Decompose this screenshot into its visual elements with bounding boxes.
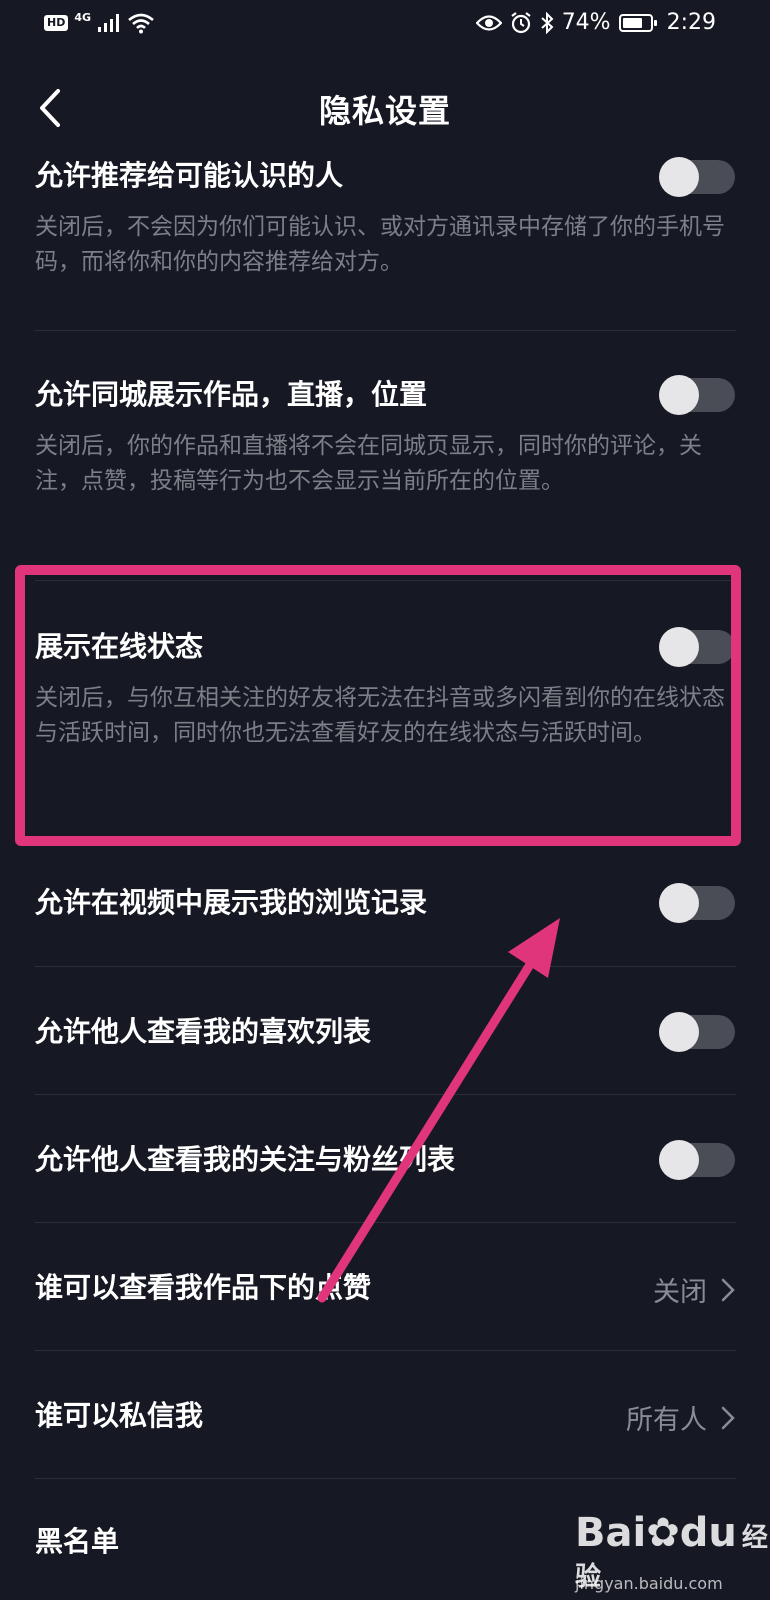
toggle-knob [659,883,699,923]
status-right: 74% 2:29 [475,10,716,35]
battery-icon [618,13,657,32]
toggle-knob [659,157,699,197]
network-label: 4G [74,10,92,24]
toggle-knob [659,1012,699,1052]
setting-value: 关闭 [653,1277,707,1308]
setting-title: 谁可以查看我作品下的点赞 [35,1271,372,1304]
hd-badge: HD [44,15,69,31]
divider [35,1094,736,1095]
divider [35,1478,736,1479]
watermark-url: jingyan.baidu.com [575,1574,723,1593]
signal-icon [98,14,120,32]
setting-description: 关闭后，不会因为你们可能认识、或对方通讯录中存储了你的手机号码，而将你和你的内容… [35,214,725,275]
who-can-message-value[interactable]: 所有人 [626,1398,735,1437]
setting-value: 所有人 [626,1405,707,1436]
chevron-right-icon [721,1278,735,1301]
toggle-follow-fans-list[interactable] [659,1140,735,1180]
toggle-knob [659,375,699,415]
divider [35,1350,736,1351]
setting-local-display: 允许同城展示作品，直播，位置 关闭后，你的作品和直播将不会在同城页显示，同时你的… [35,375,735,499]
setting-follow-fans-list: 允许他人查看我的关注与粉丝列表 [35,1140,735,1180]
setting-title: 允许他人查看我的喜欢列表 [35,1015,372,1048]
status-left: HD 4G [44,10,155,34]
setting-who-see-likes[interactable]: 谁可以查看我作品下的点赞 [35,1268,735,1308]
wifi-icon [128,13,154,34]
toggle-local-display[interactable] [659,375,735,415]
annotation-highlight-box [15,565,741,846]
toggle-knob [659,1140,699,1180]
battery-fill [622,17,642,28]
setting-title: 允许他人查看我的关注与粉丝列表 [35,1143,456,1176]
baidu-logo: Bai✿du [575,1510,737,1556]
bluetooth-icon [541,11,554,34]
clock: 2:29 [666,10,716,35]
toggle-recommend-to-acquaintances[interactable] [659,157,735,197]
divider [35,966,736,967]
setting-likes-list: 允许他人查看我的喜欢列表 [35,1012,735,1052]
status-bar: HD 4G 74% 2:29 [0,0,770,52]
setting-description: 关闭后，你的作品和直播将不会在同城页显示，同时你的评论，关注，点赞，投稿等行为也… [35,433,702,494]
divider [35,330,736,331]
header: 隐私设置 [0,72,770,142]
setting-title: 允许在视频中展示我的浏览记录 [35,886,428,919]
divider [35,1222,736,1223]
setting-recommend-to-acquaintances: 允许推荐给可能认识的人 关闭后，不会因为你们可能认识、或对方通讯录中存储了你的手… [35,156,735,280]
eye-icon [475,14,502,31]
alarm-icon [511,11,531,33]
paw-icon: ✿ [646,1510,680,1556]
page-title: 隐私设置 [318,92,451,130]
toggle-browsing-history[interactable] [659,883,735,923]
battery-percent: 74% [561,10,611,35]
chevron-right-icon [721,1406,735,1429]
toggle-likes-list[interactable] [659,1012,735,1052]
who-see-likes-value[interactable]: 关闭 [653,1270,735,1309]
setting-title: 允许推荐给可能认识的人 [35,159,344,192]
setting-title: 允许同城展示作品，直播，位置 [35,378,428,411]
setting-browsing-history: 允许在视频中展示我的浏览记录 [35,883,735,923]
